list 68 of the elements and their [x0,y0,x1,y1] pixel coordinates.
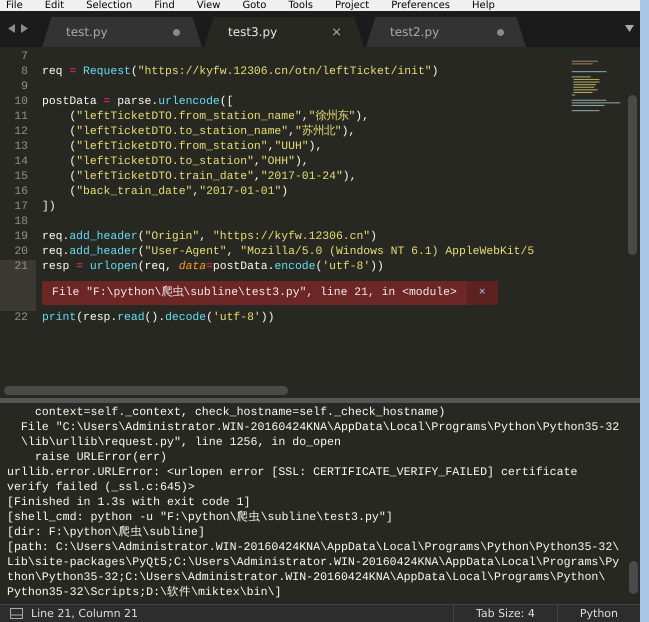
scrollbar-thumb[interactable] [628,95,637,255]
unsaved-dot-icon [173,28,180,36]
error-message-panel: File "F:\python\爬虫\subline\test3.py", line 21, in <module> × [42,281,498,305]
line-number: 13 [13,140,29,155]
console-output-line: [path: C:\Users\Administrator.WIN-20160424KNA\AppData\Local\Programs\Python\Python35-32\ [7,540,620,555]
file-tab[interactable]: test2.py [366,17,526,47]
code-line: req.add_header("User-Agent", "Mozilla/5.0 (Windows NT 6.1) AppleWebKit/5 [41,245,534,260]
line-number: 11 [13,110,29,125]
menu-item[interactable]: File [6,0,23,11]
menu-item[interactable]: Tools [288,0,313,11]
dropdown-icon[interactable] [625,25,634,32]
line-number: 19 [13,230,29,245]
unsaved-dot-icon [497,28,504,36]
code-line: ("leftTicketDTO.to_station_name","苏州北"), [68,125,356,140]
tab-size-setting[interactable]: Tab Size: 4 [452,605,557,622]
code-line: ("leftTicketDTO.train_date","2017-01-24"), [68,170,356,185]
console-output-line: [dir: F:\python\爬虫\subline] [7,525,206,540]
menu-item[interactable]: Edit [44,0,64,11]
line-number: 17 [13,200,29,215]
code-line: ("leftTicketDTO.to_station","OHH"), [68,155,309,170]
menu-item[interactable]: Preferences [391,0,450,11]
line-number: 10 [13,95,29,110]
line-number: 22 [13,311,29,326]
tab-navigation-arrows-icon[interactable] [8,24,28,34]
console-output-line: urllib.error.URLError: <urlopen error [SSL: CERTIFICATE_VERIFY_FAILED] certificate [7,465,579,480]
line-number: 12 [13,125,29,140]
line-number: 20 [13,245,29,260]
code-line: ("leftTicketDTO.from_station_name","徐州东"), [68,110,369,124]
code-line: ("back_train_date","2017-01-01") [68,185,288,200]
code-line: ]) [41,200,56,215]
menu-item[interactable]: Help [472,0,495,11]
console-output-line: thon\Python35-32;C:\Users\Administrator.WIN-20160424KNA\AppData\Local\Programs\Python\ [7,570,606,585]
console-output-line: Python35-32\Scripts;D:\软件\miktex\bin\] [7,585,282,600]
cursor-position: Line 21, Column 21 [31,607,138,620]
file-tab[interactable]: test.py [42,17,202,47]
line-number: 18 [13,215,29,230]
line-number: 21 [0,260,36,275]
panel-icon[interactable] [10,608,23,619]
console-output-line: verify failed (_ssl.c:645)> [7,480,196,495]
console-output-line: [Finished in 1.3s with exit code 1] [7,495,252,510]
menu-item[interactable]: Goto [242,0,266,11]
menu-item[interactable]: View [196,0,220,11]
code-line: ("leftTicketDTO.from_station","UUH"), [68,140,322,155]
scrollbar-thumb[interactable] [629,561,638,594]
console-output-line: \lib\urllib\request.py", line 1256, in do_open [20,435,342,450]
console-output-line: File "C:\Users\Administrator.WIN-20160424KNA\AppData\Local\Programs\Python\Python35-32 [20,420,620,435]
line-number: 7 [20,50,29,65]
code-line: print(resp.read().decode('utf-8')) [41,311,274,326]
console-output-line: context=self._context, check_hostname=self._check_hostname) [34,405,446,420]
line-number: 9 [20,80,29,95]
code-line: postData = parse.urlencode([ [41,95,234,110]
line-number: 15 [13,170,29,185]
code-line: resp = urlopen(req, data=postData.encode('utf-8')) [41,260,384,275]
menu-item[interactable]: Find [154,0,175,11]
console-output-line: [shell_cmd: python -u "F:\python\爬虫\subline\test3.py"] [7,510,394,525]
menu-item[interactable]: Project [334,0,370,11]
console-output-line: raise URLError(err) [34,450,168,465]
menu-item[interactable]: Selection [86,0,132,11]
console-output-line: Lib\site-packages\PyQt5;C:\Users\Administrator.WIN-20160424KNA\AppData\Local\Programs\Py [7,555,620,570]
line-number: 16 [13,185,29,200]
code-line: req = Request("https://kyfw.12306.cn/otn/leftTicket/init") [41,65,438,80]
file-tab[interactable]: test3.py × [204,17,364,47]
close-icon[interactable]: × [466,281,498,305]
close-icon[interactable]: × [331,24,342,40]
code-line: req.add_header("Origin", "https://kyfw.12306.cn") [41,230,377,245]
line-number: 14 [13,155,29,170]
line-number: 8 [20,65,29,80]
scrollbar-thumb[interactable] [4,386,288,395]
